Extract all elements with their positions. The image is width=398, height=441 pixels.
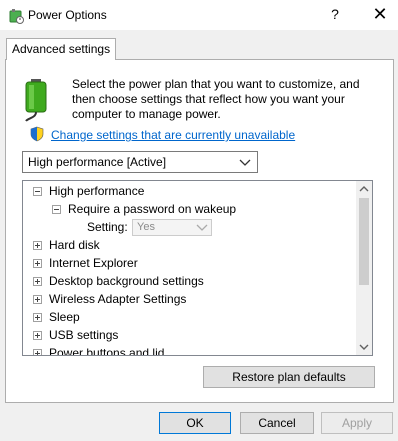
tree-item-require-password[interactable]: Require a password on wakeup [23, 200, 357, 218]
expand-toggle[interactable] [33, 241, 42, 250]
power-plan-dropdown[interactable]: High performance [Active] [22, 151, 258, 173]
tree-scrollbar[interactable] [356, 181, 372, 355]
plan-description: Select the power plan that you want to c… [72, 77, 360, 121]
expand-toggle[interactable] [33, 295, 42, 304]
tree-item-hard-disk[interactable]: Hard disk [23, 236, 357, 254]
restore-plan-defaults-button[interactable]: Restore plan defaults [203, 366, 375, 388]
expand-toggle[interactable] [33, 259, 42, 268]
tree-item-label: Sleep [49, 310, 80, 324]
setting-label: Setting: [87, 220, 128, 234]
cancel-button[interactable]: Cancel [240, 412, 314, 434]
tree-item-usb-settings[interactable]: USB settings [23, 326, 357, 344]
title-bar: Power Options ? ✕ [0, 0, 398, 30]
chevron-down-icon [196, 224, 208, 231]
tree-item-internet-explorer[interactable]: Internet Explorer [23, 254, 357, 272]
setting-value: Yes [137, 221, 155, 233]
tree-item-label: Require a password on wakeup [68, 202, 237, 216]
settings-tree[interactable]: High performance Require a password on w… [22, 180, 373, 356]
scroll-down-arrow-icon[interactable] [356, 339, 372, 355]
uac-shield-icon [30, 126, 44, 142]
tab-advanced-settings[interactable]: Advanced settings [6, 38, 117, 60]
tree-item-wireless-adapter[interactable]: Wireless Adapter Settings [23, 290, 357, 308]
expand-toggle[interactable] [33, 349, 42, 355]
collapse-toggle[interactable] [33, 187, 42, 196]
setting-dropdown[interactable]: Yes [132, 219, 212, 236]
power-plan-value: High performance [Active] [28, 155, 167, 169]
expand-toggle[interactable] [33, 331, 42, 340]
window-title: Power Options [28, 8, 107, 22]
tree-item-label: Desktop background settings [49, 274, 204, 288]
expand-toggle[interactable] [33, 313, 42, 322]
tree-item-label: USB settings [49, 328, 119, 342]
tree-item-setting: Setting: Yes [23, 218, 357, 236]
power-options-icon [9, 9, 24, 24]
close-button[interactable]: ✕ [362, 0, 398, 30]
battery-plug-icon [25, 79, 47, 122]
tree-item-label: Internet Explorer [49, 256, 138, 270]
expand-toggle[interactable] [33, 277, 42, 286]
tree-item-label: Power buttons and lid [49, 346, 165, 356]
chevron-down-icon [239, 159, 251, 166]
collapse-toggle[interactable] [52, 205, 61, 214]
tree-item-label: Wireless Adapter Settings [49, 292, 187, 306]
tree-item-sleep[interactable]: Sleep [23, 308, 357, 326]
tree-item-desktop-background[interactable]: Desktop background settings [23, 272, 357, 290]
apply-button[interactable]: Apply [321, 412, 393, 434]
scroll-thumb[interactable] [359, 198, 369, 285]
change-settings-link[interactable]: Change settings that are currently unava… [51, 128, 295, 142]
tree-item-label: Hard disk [49, 238, 100, 252]
ok-button[interactable]: OK [159, 412, 231, 434]
tree-item-label: High performance [49, 184, 145, 198]
scroll-up-arrow-icon[interactable] [356, 181, 372, 197]
tree-item-power-buttons[interactable]: Power buttons and lid [23, 344, 357, 356]
help-button[interactable]: ? [320, 0, 350, 30]
tree-item-high-performance[interactable]: High performance [23, 182, 357, 200]
